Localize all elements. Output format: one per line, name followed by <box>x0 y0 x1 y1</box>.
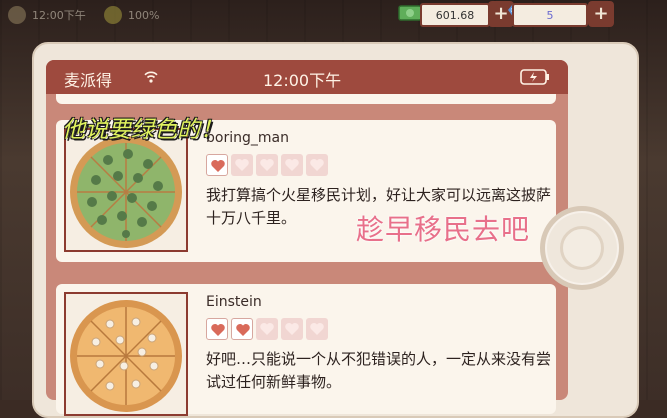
heart-icon <box>306 318 328 340</box>
money-value: 601.68 <box>435 8 475 22</box>
heart-icon <box>281 154 303 176</box>
progress-indicator: 100% <box>104 4 159 26</box>
app-name: 麦派得 <box>64 71 113 90</box>
game-top-bar: 12:00下午 100% 601.68 + 5 + <box>0 0 667 30</box>
post-username: Einstein <box>206 294 262 310</box>
pizza-photo <box>64 292 188 416</box>
post-text: 好吧…只能说一个从不犯错误的人，一定从来没有尝试过任何新鲜事物。 <box>206 350 552 391</box>
gem-counter: 5 <box>512 3 588 27</box>
gem-value: 5 <box>546 8 554 22</box>
feed-post: Einstein 好吧…只能说一个从不犯错误的人，一定从来没有尝试过任何新鲜事物… <box>56 284 556 416</box>
heart-icon <box>306 154 328 176</box>
mushroom-pizza-icon <box>70 300 182 412</box>
heart-icon <box>231 318 253 340</box>
heart-icon <box>206 318 228 340</box>
video-caption-top: 他说要绿色的！ <box>62 117 223 143</box>
time-text: 12:00下午 <box>32 9 86 22</box>
battery-icon <box>520 69 549 85</box>
video-caption-mid: 趁早移民去吧 <box>356 213 531 246</box>
previous-post-edge <box>56 94 556 104</box>
time-indicator: 12:00下午 <box>8 4 86 26</box>
percent-text: 100% <box>128 8 160 22</box>
heart-icon <box>256 318 278 340</box>
heart-icon <box>256 154 278 176</box>
clock-icon <box>8 6 26 24</box>
phone-clock: 12:00下午 <box>263 71 342 90</box>
wifi-icon <box>144 71 158 83</box>
phone-home-button[interactable] <box>540 206 624 290</box>
phone-status-bar: 麦派得 12:00下午 <box>46 60 568 94</box>
rating-hearts <box>206 318 328 340</box>
money-counter: 601.68 <box>420 3 490 27</box>
green-pizza-icon <box>70 136 182 248</box>
heart-icon <box>206 154 228 176</box>
pizza-photo <box>64 128 188 252</box>
smile-icon <box>104 6 122 24</box>
rating-hearts <box>206 154 328 176</box>
heart-icon <box>231 154 253 176</box>
heart-icon <box>281 318 303 340</box>
add-gems-button[interactable]: + <box>588 1 614 27</box>
